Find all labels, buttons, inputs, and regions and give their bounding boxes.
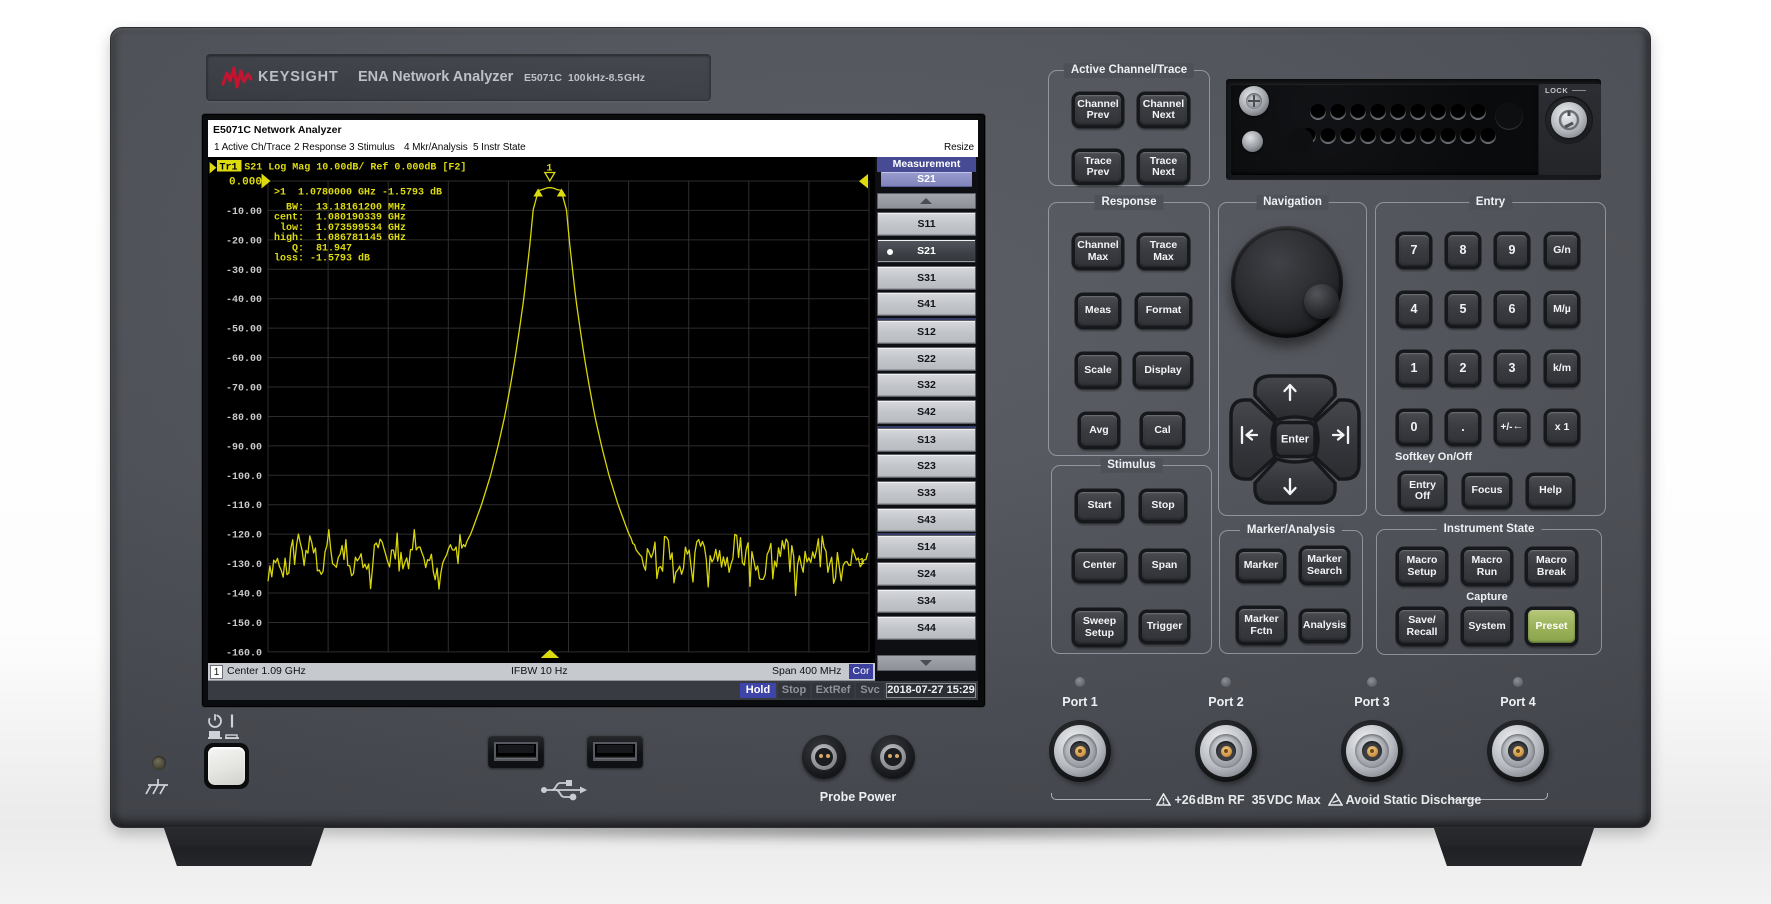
svg-text:-20.00: -20.00 [226, 236, 262, 247]
svg-text:-50.00: -50.00 [226, 325, 262, 336]
svg-text:-70.00: -70.00 [226, 384, 262, 395]
svg-text:-120.0: -120.0 [226, 531, 262, 542]
svg-text:loss: -1.5793 dB: loss: -1.5793 dB [274, 253, 370, 265]
svg-text:-30.00: -30.00 [226, 266, 262, 277]
svg-text:-110.0: -110.0 [226, 501, 262, 512]
svg-text:-130.0: -130.0 [226, 560, 262, 571]
svg-text:-60.00: -60.00 [226, 354, 262, 365]
svg-text:-140.0: -140.0 [226, 590, 262, 601]
svg-text:high: 1.086781145 GHz: high: 1.086781145 GHz [274, 232, 406, 244]
svg-text:-160.0: -160.0 [226, 648, 262, 659]
svg-text:>1 1.0780000 GHz -1.5793 dB: >1 1.0780000 GHz -1.5793 dB [274, 187, 442, 199]
svg-text:-40.00: -40.00 [226, 295, 262, 306]
svg-text:Tr1: Tr1 [220, 163, 238, 174]
svg-text:S21 Log Mag 10.00dB/ Ref 0.000: S21 Log Mag 10.00dB/ Ref 0.000dB [F2] [244, 162, 466, 174]
svg-text:-150.0: -150.0 [226, 619, 262, 630]
svg-text:low: 1.073599534 GHz: low: 1.073599534 GHz [274, 222, 406, 234]
svg-text:-100.0: -100.0 [226, 472, 262, 483]
svg-text:-10.00: -10.00 [226, 207, 262, 218]
svg-text:-80.00: -80.00 [226, 413, 262, 424]
svg-text:1: 1 [859, 556, 865, 567]
svg-text:-90.00: -90.00 [226, 442, 262, 453]
svg-text:0.000: 0.000 [229, 177, 262, 189]
svg-text:Enter: Enter [1281, 434, 1310, 446]
